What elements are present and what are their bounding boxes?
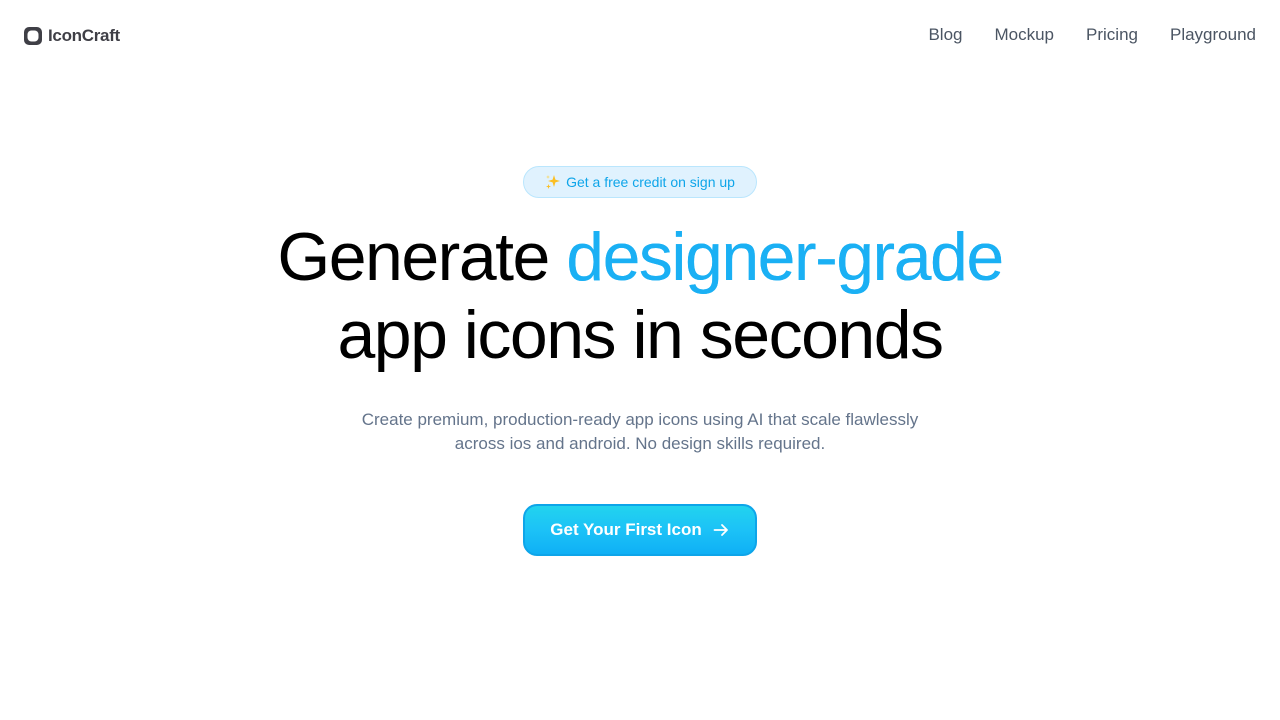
main-nav: Blog Mockup Pricing Playground	[928, 24, 1256, 46]
rounded-square-logo-icon	[24, 27, 42, 45]
hero-subtitle: Create premium, production-ready app ico…	[340, 408, 940, 456]
site-header: IconCraft Blog Mockup Pricing Playground	[0, 0, 1280, 72]
logo-text: IconCraft	[48, 26, 120, 45]
sparkles-icon	[546, 175, 561, 189]
arrow-right-icon	[713, 524, 728, 536]
free-credit-badge[interactable]: Get a free credit on sign up	[523, 166, 757, 198]
badge-text: Get a free credit on sign up	[566, 174, 735, 190]
landing-page: IconCraft Blog Mockup Pricing Playground…	[0, 0, 1280, 720]
nav-link-mockup[interactable]: Mockup	[994, 24, 1054, 46]
hero-section: Get a free credit on sign up Generate de…	[0, 166, 1280, 556]
cta-label: Get Your First Icon	[550, 520, 702, 539]
logo-link[interactable]: IconCraft	[24, 26, 120, 46]
subtitle-line1: Create premium, production-ready app ico…	[361, 410, 919, 429]
headline-line2: app icons in seconds	[337, 297, 944, 373]
nav-link-pricing[interactable]: Pricing	[1086, 24, 1138, 46]
subtitle-line2: across ios and android. No design skills…	[454, 434, 826, 453]
get-first-icon-button[interactable]: Get Your First Icon	[523, 504, 757, 556]
headline-accent: designer-grade	[566, 219, 1004, 295]
nav-link-playground[interactable]: Playground	[1170, 24, 1256, 46]
headline-prefix: Generate	[277, 219, 567, 295]
hero-headline: Generate designer-grade app icons in sec…	[0, 218, 1280, 374]
nav-link-blog[interactable]: Blog	[928, 24, 962, 46]
